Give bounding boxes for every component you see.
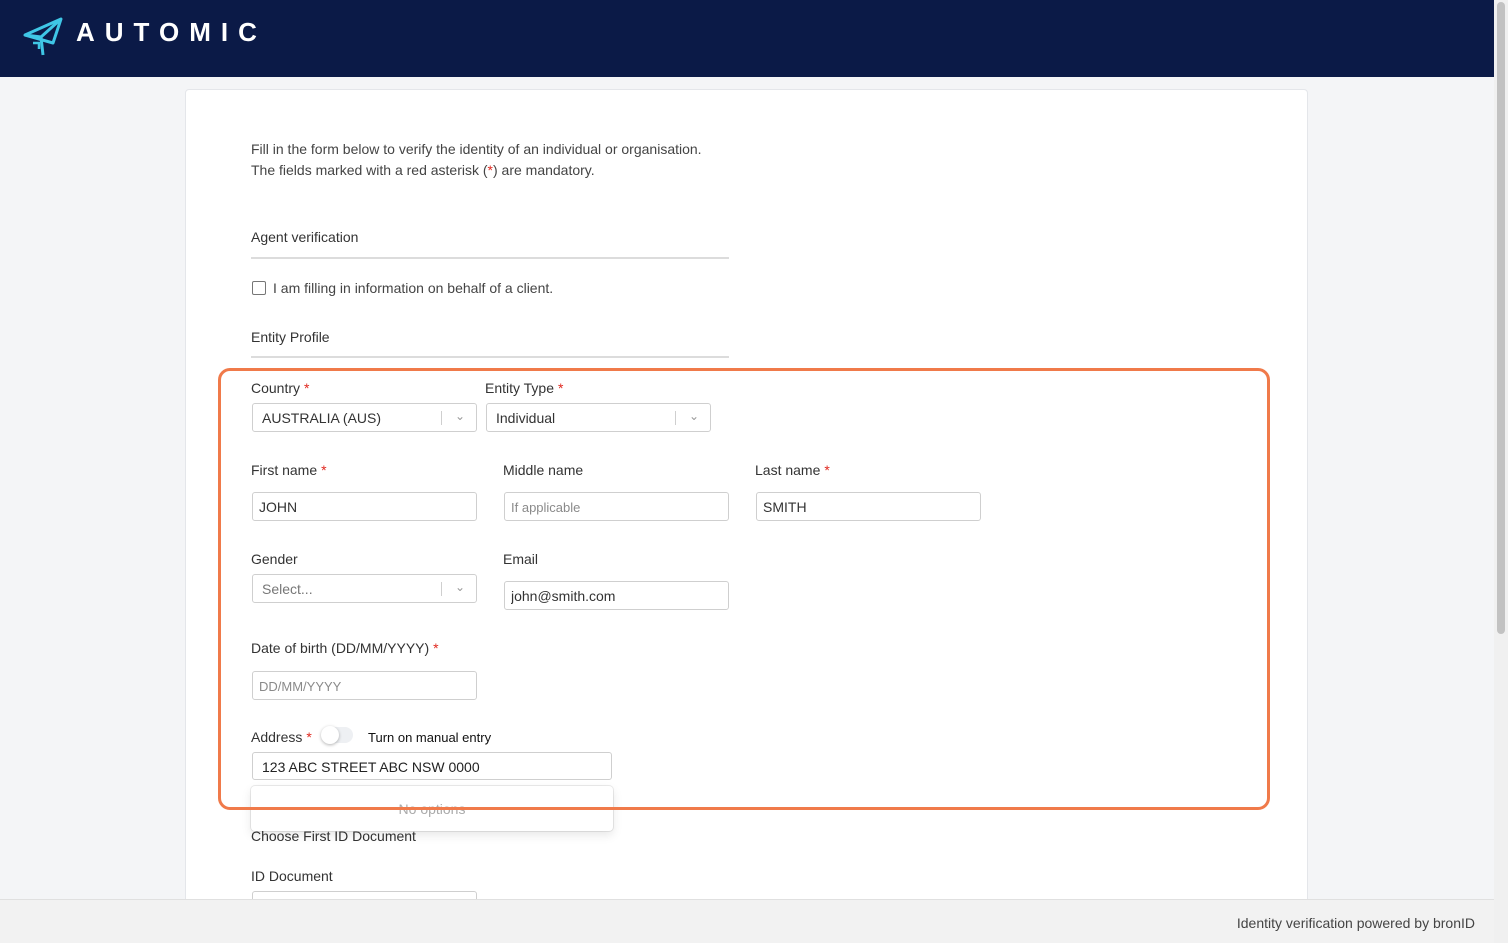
chevron-down-icon[interactable]: ⌄ (689, 409, 699, 423)
address-label: Address * (251, 729, 312, 745)
middle-name-label: Middle name (503, 462, 584, 478)
address-input[interactable]: 123 ABC STREET ABC NSW 0000 (252, 752, 612, 780)
section-divider (251, 257, 729, 259)
no-options-message: No options (398, 801, 466, 817)
intro-line-2: The fields marked with a red asterisk (*… (251, 162, 595, 178)
gender-label: Gender (251, 551, 298, 567)
middle-name-input[interactable] (504, 492, 729, 521)
entity-profile-heading: Entity Profile (251, 329, 330, 345)
email-input[interactable] (504, 581, 729, 610)
country-label: Country * (251, 380, 310, 396)
manual-entry-toggle[interactable] (321, 726, 353, 744)
section-divider (251, 356, 729, 358)
country-select[interactable]: AUSTRALIA (AUS) ⌄ (252, 403, 477, 432)
select-separator (675, 411, 676, 425)
id-document-label: ID Document (251, 868, 333, 884)
gender-select[interactable]: Select... ⌄ (252, 574, 477, 603)
chevron-down-icon[interactable]: ⌄ (455, 580, 465, 594)
entity-type-value: Individual (496, 410, 556, 426)
country-value: AUSTRALIA (AUS) (262, 410, 382, 426)
entity-type-label: Entity Type * (485, 380, 564, 396)
intro-text: Fill in the form below to verify the ide… (251, 139, 702, 181)
powered-by-text: Identity verification powered by bronID (1236, 915, 1475, 931)
dob-label: Date of birth (DD/MM/YYYY) * (251, 640, 439, 656)
select-separator (441, 411, 442, 425)
address-suggestions-dropdown: No options (251, 786, 613, 831)
brand-name: AUTOMIC (76, 17, 267, 47)
page-footer: Identity verification powered by bronID (0, 899, 1494, 943)
first-name-input[interactable] (252, 492, 477, 521)
email-label: Email (503, 551, 539, 567)
last-name-label: Last name * (755, 462, 830, 478)
chevron-down-icon[interactable]: ⌄ (455, 409, 465, 423)
behalf-of-client-label[interactable]: I am filling in information on behalf of… (273, 280, 553, 296)
first-name-label: First name * (251, 462, 327, 478)
gender-placeholder: Select... (262, 581, 313, 597)
dob-input[interactable] (252, 671, 477, 700)
agent-verification-heading: Agent verification (251, 229, 359, 245)
top-navigation-bar: AUTOMIC (0, 0, 1494, 77)
behalf-of-client-checkbox[interactable] (252, 281, 266, 295)
last-name-input[interactable] (756, 492, 981, 521)
intro-line-1: Fill in the form below to verify the ide… (251, 141, 702, 157)
automic-logo-icon (23, 17, 63, 56)
select-separator (441, 582, 442, 596)
entity-type-select[interactable]: Individual ⌄ (486, 403, 711, 432)
toggle-knob[interactable] (321, 726, 339, 744)
manual-entry-label: Turn on manual entry (368, 730, 492, 745)
page-scrollbar[interactable] (1494, 0, 1508, 943)
scrollbar-thumb[interactable] (1497, 2, 1505, 634)
address-value: 123 ABC STREET ABC NSW 0000 (262, 759, 480, 775)
